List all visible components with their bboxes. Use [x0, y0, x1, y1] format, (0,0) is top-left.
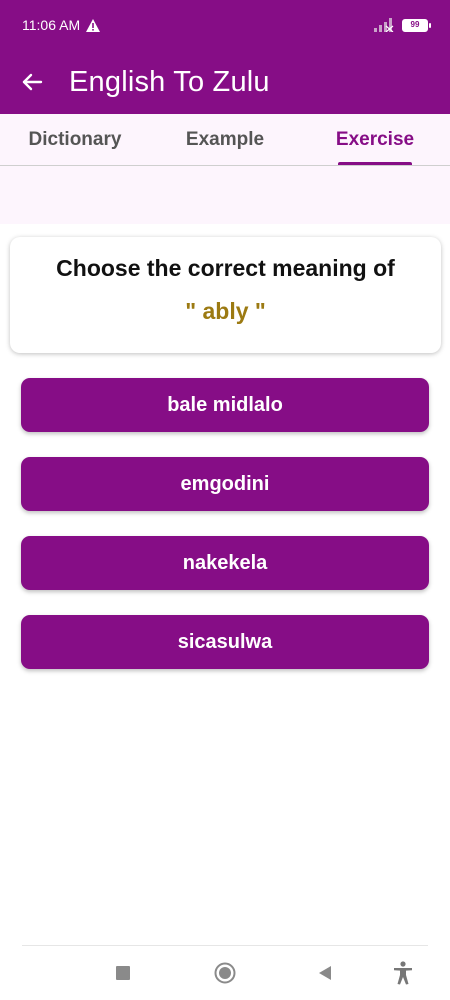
option-button-4[interactable]: sicasulwa	[21, 615, 429, 669]
battery-icon: 99	[402, 18, 431, 32]
question-prompt: Choose the correct meaning of	[56, 255, 395, 281]
warning-icon	[86, 18, 101, 32]
status-right: 99	[374, 18, 431, 32]
arrow-left-icon[interactable]	[20, 70, 44, 94]
option-button-2[interactable]: emgodini	[21, 457, 429, 511]
tab-bar: Dictionary Example Exercise	[0, 114, 450, 166]
accessibility-icon[interactable]	[390, 960, 416, 986]
option-button-3[interactable]: nakekela	[21, 536, 429, 590]
content-header-strip	[0, 166, 450, 224]
status-bar: 11:06 AM 99	[0, 0, 450, 50]
recents-square-icon[interactable]	[110, 960, 136, 986]
question-card: Choose the correct meaning of " ably "	[10, 237, 441, 353]
back-triangle-icon[interactable]	[312, 960, 338, 986]
system-nav-bar	[0, 946, 450, 1000]
home-circle-icon[interactable]	[212, 960, 238, 986]
status-time: 11:06 AM	[22, 17, 81, 33]
status-left: 11:06 AM	[22, 17, 101, 33]
page-title: English To Zulu	[69, 65, 270, 98]
question-word: " ably "	[185, 298, 266, 324]
signal-icon	[374, 18, 394, 32]
option-button-1[interactable]: bale midlalo	[21, 378, 429, 432]
tab-exercise[interactable]: Exercise	[300, 114, 450, 165]
answer-options: bale midlalo emgodini nakekela sicasulwa	[21, 378, 429, 694]
tab-dictionary[interactable]: Dictionary	[0, 114, 150, 165]
tab-example[interactable]: Example	[150, 114, 300, 165]
app-bar: English To Zulu	[0, 50, 450, 114]
